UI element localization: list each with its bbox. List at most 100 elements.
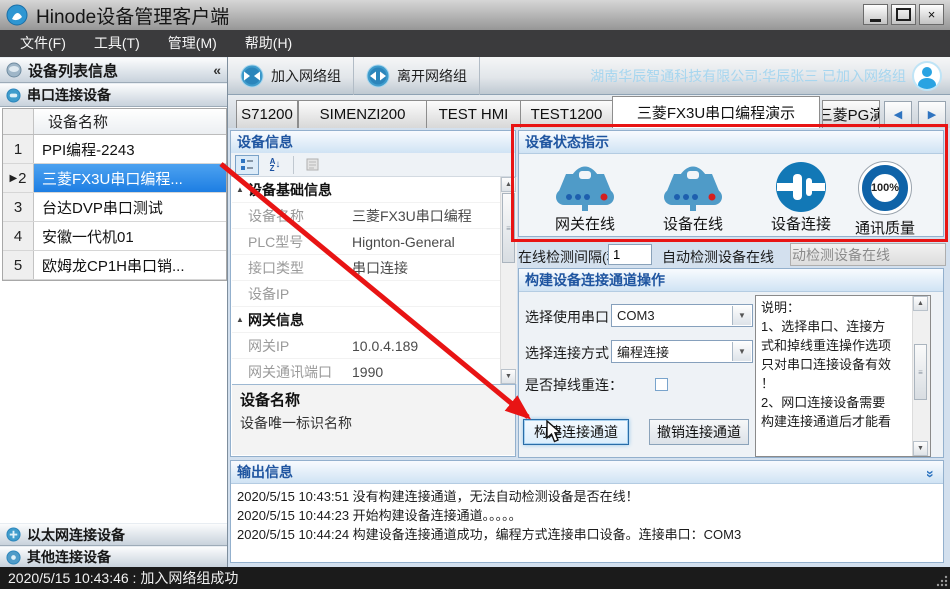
close-button[interactable]: ×: [919, 4, 944, 25]
tab-scroll-left-button[interactable]: ◀: [884, 101, 912, 127]
connect-mode-label: 选择连接方式: [525, 343, 609, 363]
device-row-selected[interactable]: ▶2 三菱FX3U串口编程...: [3, 164, 226, 193]
scroll-down-button[interactable]: ▼: [501, 369, 516, 384]
output-panel-title: 输出信息 »: [231, 461, 943, 484]
serial-device-icon: [6, 88, 21, 103]
index-column-header: [3, 109, 34, 134]
user-avatar[interactable]: [912, 61, 942, 91]
detect-interval-label: 在线检测间隔(秒: [518, 247, 608, 267]
statusbar-text: 2020/5/15 10:43:46 : 加入网络组成功: [8, 568, 238, 588]
minimize-button[interactable]: [863, 4, 888, 25]
section-ethernet-devices[interactable]: 以太网连接设备: [0, 523, 227, 546]
log-line: 2020/5/15 10:43:51 没有构建连接通道，无法自动检测设备是否在线…: [231, 487, 943, 506]
row-selected-marker: ▶: [9, 173, 17, 184]
section-serial-devices[interactable]: 串口连接设备: [0, 83, 227, 107]
category-triangle-icon: ▲: [232, 315, 248, 324]
serial-port-label: 选择使用串口: [525, 307, 609, 327]
ethernet-device-icon: [6, 527, 21, 542]
property-grid: ▲设备基础信息 设备名称三菱FX3U串口编程 PLC型号Hignton-Gene…: [232, 177, 500, 384]
sidebar-title: 设备列表信息: [28, 60, 118, 81]
scroll-down-button[interactable]: ▼: [913, 441, 928, 456]
join-network-label: 加入网络组: [271, 66, 341, 86]
device-row[interactable]: 3 台达DVP串口测试: [3, 193, 226, 222]
destroy-channel-button[interactable]: 撤销连接通道: [649, 419, 749, 445]
property-row[interactable]: 设备IP: [232, 281, 500, 307]
sidebar-collapse-icon[interactable]: «: [213, 62, 221, 78]
sort-alphabetical-button[interactable]: AZ ↓: [263, 155, 287, 175]
reconnect-checkbox[interactable]: [655, 378, 668, 391]
collapse-chevron-icon[interactable]: »: [920, 470, 942, 478]
categorized-icon: [240, 158, 254, 172]
instructions-box: 说明： 1、选择串口、连接方 式和掉线重连操作选项 只对串口连接设备有效 ！ 2…: [755, 295, 931, 457]
property-row[interactable]: 网关IP10.0.4.189: [232, 333, 500, 359]
maximize-icon: [896, 8, 911, 21]
category-triangle-icon: ▲: [232, 185, 248, 194]
device-row[interactable]: 5 欧姆龙CP1H串口销...: [3, 251, 226, 280]
quality-donut-icon: 100%: [858, 161, 912, 215]
section-other-devices[interactable]: 其他连接设备: [0, 546, 227, 568]
menu-manage[interactable]: 管理(M): [154, 30, 231, 57]
scroll-thumb[interactable]: ≡: [502, 193, 515, 263]
instructions-scrollbar[interactable]: ▲ ≡ ▼: [912, 296, 930, 456]
property-row[interactable]: 接口类型串口连接: [232, 255, 500, 281]
menu-tools[interactable]: 工具(T): [80, 30, 154, 57]
scroll-thumb[interactable]: ≡: [914, 344, 927, 400]
resize-grip[interactable]: [936, 575, 948, 587]
channel-operation-panel: 构建设备连接通道操作 选择使用串口 COM3 ▼ 选择连接方式 编程连接 ▼ 是…: [518, 268, 944, 458]
detect-interval-input[interactable]: 1: [608, 244, 652, 265]
person-icon: [914, 63, 940, 89]
menu-file[interactable]: 文件(F): [6, 30, 80, 57]
join-network-button[interactable]: 加入网络组: [228, 57, 354, 95]
tab-mitsubishi-pg[interactable]: 三菱PG演: [822, 100, 880, 128]
menubar: 文件(F) 工具(T) 管理(M) 帮助(H): [0, 30, 950, 57]
dropdown-arrow-icon[interactable]: ▼: [732, 342, 751, 361]
property-row[interactable]: 设备名称三菱FX3U串口编程: [232, 203, 500, 229]
status-indicator-panel: 设备状态指示 网关在线 设备在线: [518, 130, 944, 237]
serial-port-combobox[interactable]: COM3 ▼: [611, 304, 753, 327]
tab-test-hmi[interactable]: TEST HMI: [426, 100, 521, 128]
device-info-title: 设备信息: [231, 131, 515, 154]
scroll-up-button[interactable]: ▲: [913, 296, 928, 311]
menu-help[interactable]: 帮助(H): [231, 30, 306, 57]
tab-test1200[interactable]: TEST1200: [520, 100, 613, 128]
leave-network-icon: [366, 64, 390, 88]
device-row[interactable]: 4 安徽一代机01: [3, 222, 226, 251]
tab-s71200[interactable]: S71200: [236, 100, 298, 128]
tab-simenzi200[interactable]: SIMENZI200: [298, 100, 427, 128]
company-status-text: 湖南华辰智通科技有限公司:华辰张三 已加入网络组: [590, 57, 906, 95]
auto-detect-label: 自动检测设备在线: [662, 247, 774, 267]
section-ethernet-label: 以太网连接设备: [27, 525, 125, 545]
build-channel-button[interactable]: 构建连接通道: [523, 419, 629, 445]
join-network-icon: [240, 64, 264, 88]
leave-network-button[interactable]: 离开网络组: [354, 57, 480, 95]
device-table-header[interactable]: 设备名称: [3, 109, 226, 135]
other-device-icon: [6, 550, 21, 565]
maximize-button[interactable]: [891, 4, 916, 25]
device-row[interactable]: 1 PPI编程-2243: [3, 135, 226, 164]
categorized-view-button[interactable]: [235, 155, 259, 175]
device-tab-strip: S71200 SIMENZI200 TEST HMI TEST1200 三菱FX…: [228, 95, 950, 128]
device-list-sidebar: 设备列表信息 « 串口连接设备 设备名称 1 PPI编程-2243 ▶2 三菱F…: [0, 57, 228, 567]
property-grid-scrollbar[interactable]: ▲ ≡ ▼: [500, 177, 517, 384]
section-serial-label: 串口连接设备: [27, 85, 111, 105]
channel-panel-title: 构建设备连接通道操作: [519, 269, 943, 292]
sidebar-header[interactable]: 设备列表信息 «: [0, 57, 227, 83]
app-logo-icon: [6, 4, 28, 26]
output-log-area: 2020/5/15 10:43:51 没有构建连接通道，无法自动检测设备是否在线…: [231, 484, 943, 544]
status-panel-title: 设备状态指示: [519, 131, 943, 154]
toolbar-separator: [293, 156, 294, 174]
connect-mode-combobox[interactable]: 编程连接 ▼: [611, 340, 753, 363]
titlebar: Hinode设备管理客户端 ×: [0, 0, 950, 30]
tab-mitsubishi-fx3u-active[interactable]: 三菱FX3U串口编程演示: [612, 96, 820, 128]
statusbar: 2020/5/15 10:43:46 : 加入网络组成功: [0, 567, 950, 589]
property-category[interactable]: ▲设备基础信息: [232, 177, 500, 203]
tab-scroll-right-button[interactable]: ▶: [918, 101, 946, 127]
indicator-gateway-online: 网关在线: [533, 161, 637, 234]
property-row[interactable]: 网关通讯端口1990: [232, 359, 500, 384]
property-row[interactable]: PLC型号Hignton-General: [232, 229, 500, 255]
property-category[interactable]: ▲网关信息: [232, 307, 500, 333]
dropdown-arrow-icon[interactable]: ▼: [732, 306, 751, 325]
leave-network-label: 离开网络组: [397, 66, 467, 86]
output-panel: 输出信息 » 2020/5/15 10:43:51 没有构建连接通道，无法自动检…: [230, 460, 944, 563]
scroll-up-button[interactable]: ▲: [501, 177, 516, 192]
